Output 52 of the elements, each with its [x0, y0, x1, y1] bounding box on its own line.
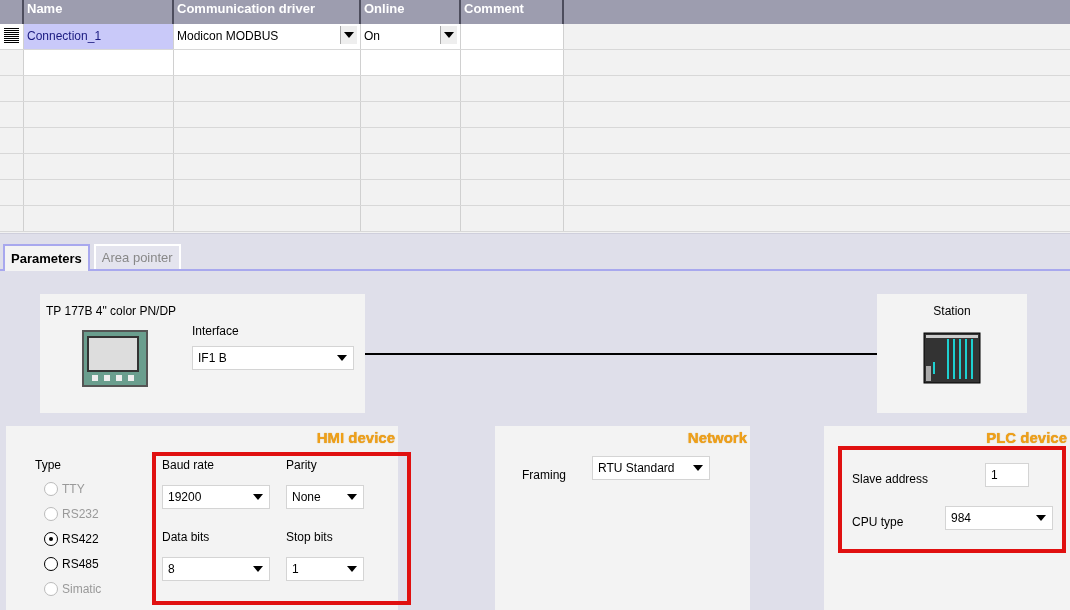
- radio-label: RS422: [62, 531, 99, 546]
- caret-icon: [253, 494, 263, 500]
- radio-label: Simatic: [62, 581, 102, 596]
- caret-icon: [347, 565, 357, 572]
- plc-rack-icon: [923, 332, 981, 384]
- caret-icon: [1036, 515, 1046, 522]
- panel-title: PLC device: [986, 428, 1068, 446]
- row-lines-icon: [4, 28, 19, 43]
- table-cell[interactable]: [461, 50, 564, 75]
- dropdown[interactable]: RTU Standard: [592, 456, 710, 480]
- field-label: CPU type: [852, 515, 905, 530]
- caret-icon: [337, 355, 347, 361]
- panel-title: HMI device: [316, 428, 396, 446]
- dropdown[interactable]: 984: [945, 506, 1053, 531]
- table-header-cell: [0, 0, 24, 24]
- table-cell[interactable]: [24, 50, 174, 75]
- radio-label: RS485: [62, 556, 99, 571]
- caret-icon: [253, 565, 263, 572]
- tab[interactable]: Parameters: [3, 244, 90, 271]
- interface-label: Interface: [192, 324, 240, 338]
- row-handle[interactable]: [0, 24, 24, 49]
- caret-icon: [347, 494, 357, 500]
- framing-label: Framing: [522, 468, 566, 482]
- field-label: Slave address: [852, 471, 930, 486]
- field-label: Data bits: [162, 529, 211, 544]
- station-title: Station: [933, 304, 971, 318]
- field-label: Parity: [286, 458, 318, 472]
- table-cell[interactable]: Connection_1: [24, 24, 174, 49]
- device-title: TP 177B 4" color PN/DP: [46, 304, 178, 318]
- table-cell[interactable]: [361, 50, 461, 75]
- field-label: Stop bits: [286, 529, 334, 544]
- dropdown[interactable]: 8: [162, 556, 270, 581]
- radio-label: RS232: [62, 506, 99, 521]
- radio-button[interactable]: [44, 531, 58, 546]
- caret-icon: [444, 32, 454, 38]
- radio-label: TTY: [62, 481, 85, 496]
- table-cell[interactable]: On: [361, 24, 461, 49]
- caret-icon: [693, 465, 703, 471]
- dropdown[interactable]: None: [286, 485, 364, 509]
- input-field[interactable]: 1: [985, 462, 1029, 487]
- type-label: Type: [35, 458, 62, 472]
- dropdown[interactable]: 1: [286, 556, 364, 581]
- hmi-panel-icon: [82, 330, 148, 387]
- table-cell[interactable]: Modicon MODBUS: [174, 24, 361, 49]
- table-cell[interactable]: [174, 50, 361, 75]
- table-cell[interactable]: [461, 24, 564, 49]
- radio-button[interactable]: [44, 556, 58, 571]
- dropdown[interactable]: IF1 B: [192, 346, 354, 370]
- field-label: Baud rate: [162, 458, 216, 472]
- dropdown[interactable]: 19200: [162, 485, 270, 509]
- caret-icon: [344, 32, 354, 38]
- panel-title: Network: [687, 428, 748, 446]
